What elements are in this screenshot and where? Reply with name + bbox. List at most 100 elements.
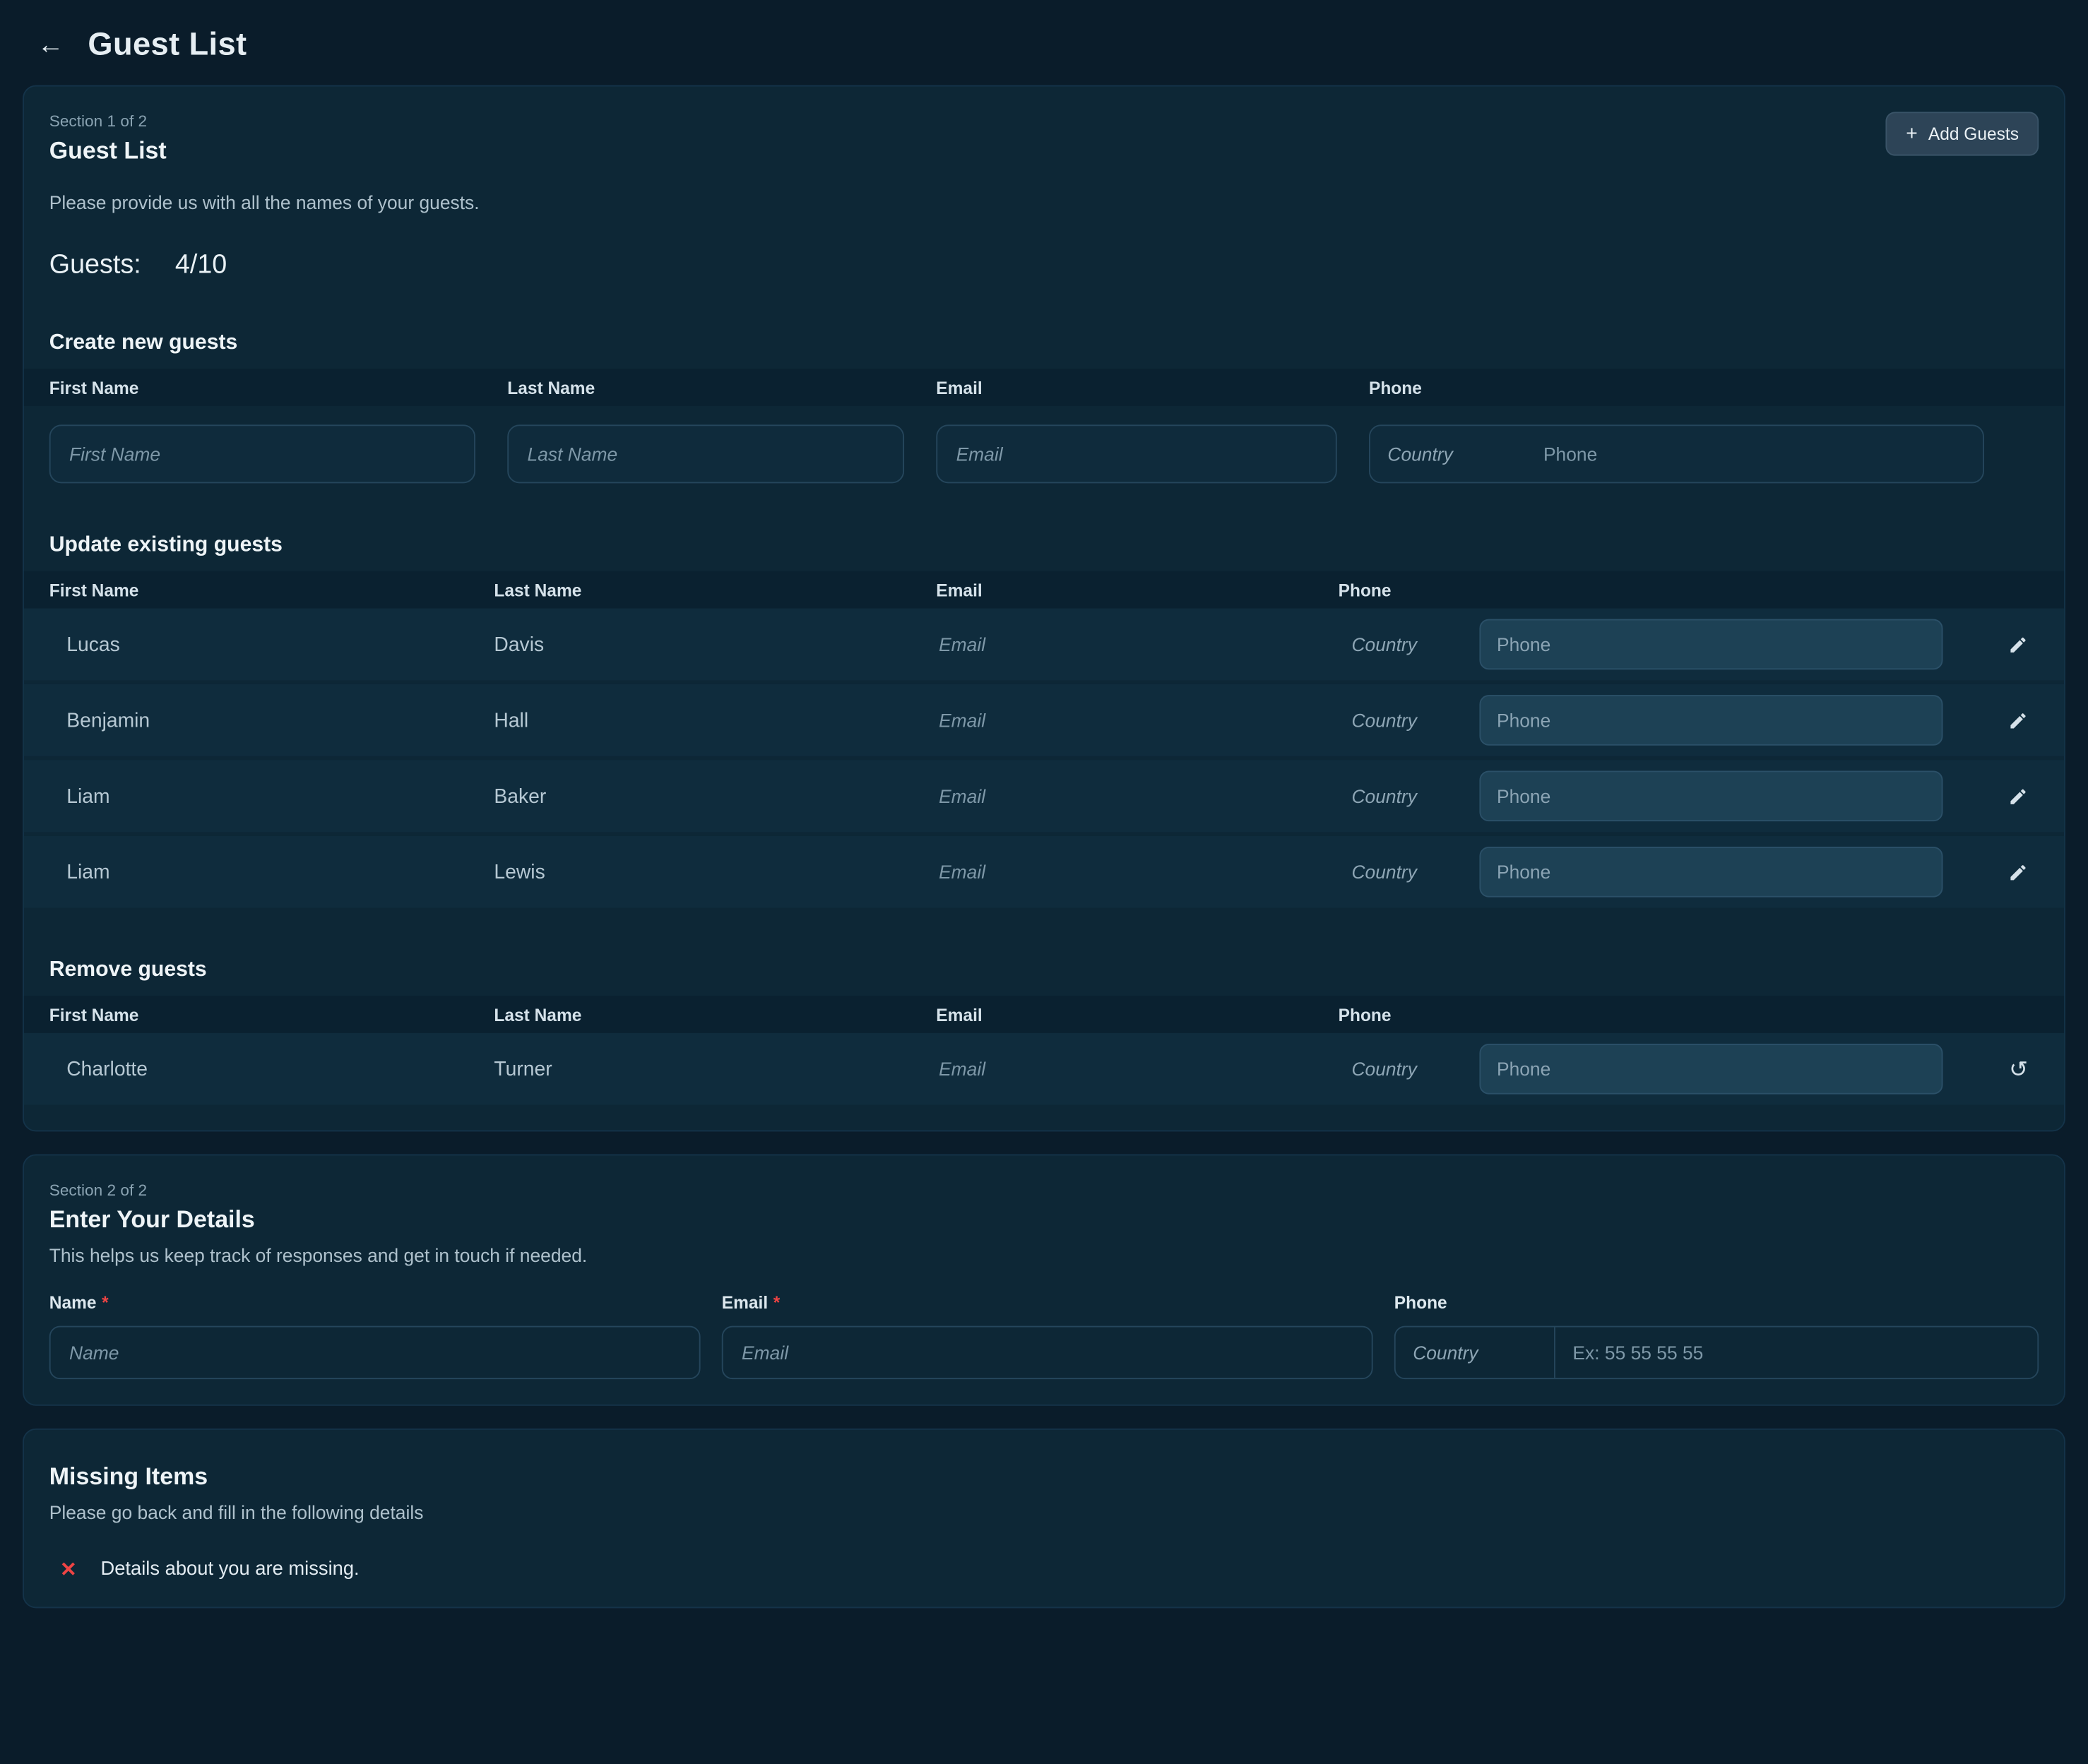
section2-description: This helps us keep track of responses an… — [49, 1245, 2039, 1266]
new-email-input[interactable] — [936, 424, 1336, 483]
guest-list-section: Section 1 of 2 Guest List + Add Guests P… — [23, 85, 2065, 1132]
guest-last-name: Hall — [494, 709, 936, 732]
arrow-left-icon: ← — [37, 30, 64, 59]
edit-guest-button[interactable] — [2003, 705, 2033, 735]
add-guests-label: Add Guests — [1928, 124, 2019, 143]
page: ← Guest List Section 1 of 2 Guest List +… — [0, 0, 2088, 1764]
guest-last-name: Lewis — [494, 861, 936, 883]
name-input[interactable] — [49, 1326, 701, 1379]
plus-icon: + — [1906, 124, 1918, 143]
col-last-name: Last Name — [494, 1004, 936, 1024]
guest-phone-input[interactable] — [1479, 847, 1942, 898]
guest-first-name: Benjamin — [49, 709, 494, 732]
phone-field: Phone Country — [1394, 1293, 2039, 1380]
email-field: Email* — [722, 1293, 1373, 1380]
guest-phone-cell: Country — [1339, 760, 2039, 832]
remove-guests-heading: Remove guests — [49, 958, 2039, 982]
edit-guest-button[interactable] — [2003, 857, 2033, 887]
guest-first-name: Charlotte — [49, 1058, 494, 1080]
back-button[interactable]: ← — [29, 27, 71, 64]
section1-description: Please provide us with all the names of … — [49, 191, 2039, 213]
name-field: Name* — [49, 1293, 701, 1380]
edit-guest-button[interactable] — [2003, 629, 2033, 660]
guest-row: Lucas Davis Country — [24, 609, 2064, 681]
details-form: Name* Email* Phone Country — [49, 1293, 2039, 1380]
new-phone-group: Country — [1369, 424, 1984, 483]
col-email: Email — [936, 377, 1369, 397]
email-input[interactable] — [722, 1326, 1373, 1379]
guest-first-name: Liam — [49, 861, 494, 883]
missing-item: ✕ Details about you are missing. — [49, 1558, 2039, 1582]
section-title: Guest List — [49, 137, 167, 165]
country-select[interactable]: Country — [1396, 1328, 1555, 1378]
guests-count: 4/10 — [175, 250, 227, 279]
required-asterisk: * — [102, 1293, 109, 1313]
guest-phone-input[interactable] — [1479, 619, 1942, 670]
col-email: Email — [936, 1004, 1338, 1024]
your-details-section: Section 2 of 2 Enter Your Details This h… — [23, 1154, 2065, 1405]
col-phone: Phone — [1369, 377, 2039, 397]
guest-row: Benjamin Hall Country — [24, 684, 2064, 756]
new-country-select[interactable]: Country — [1370, 443, 1527, 465]
edit-guest-button[interactable] — [2003, 781, 2033, 811]
guest-email-input[interactable] — [936, 784, 1295, 808]
guest-country-select[interactable]: Country — [1339, 785, 1480, 806]
phone-label: Phone — [1394, 1293, 2039, 1313]
pencil-icon — [2008, 710, 2028, 730]
error-x-icon: ✕ — [60, 1558, 77, 1582]
col-last-name: Last Name — [507, 377, 936, 397]
guest-country-select[interactable]: Country — [1339, 1059, 1480, 1080]
section1-header: Section 1 of 2 Guest List — [49, 112, 167, 165]
col-phone: Phone — [1339, 1004, 2039, 1024]
update-table-header: First Name Last Name Email Phone — [24, 571, 2064, 609]
col-email: Email — [936, 580, 1338, 600]
removed-guest-row: Charlotte Turner Country ↺ — [24, 1033, 2064, 1105]
name-label: Name* — [49, 1293, 701, 1313]
guest-row: Liam Baker Country — [24, 760, 2064, 832]
guest-last-name: Turner — [494, 1058, 936, 1080]
add-guests-button[interactable]: + Add Guests — [1886, 112, 2039, 155]
col-phone: Phone — [1339, 580, 2039, 600]
missing-item-text: Details about you are missing. — [100, 1559, 359, 1580]
phone-input[interactable] — [1555, 1328, 2037, 1378]
section-indicator: Section 1 of 2 — [49, 112, 167, 130]
missing-items-subtitle: Please go back and fill in the following… — [49, 1502, 2039, 1523]
create-guest-row: Country — [49, 424, 2039, 483]
guest-phone-cell: Country ↺ — [1339, 1033, 2039, 1105]
pencil-icon — [2008, 862, 2028, 882]
pencil-icon — [2008, 786, 2028, 806]
guest-phone-input[interactable] — [1479, 771, 1942, 822]
guest-phone-cell: Country — [1339, 836, 2039, 908]
required-asterisk: * — [773, 1293, 781, 1313]
create-guests-heading: Create new guests — [49, 331, 2039, 355]
new-phone-input[interactable] — [1527, 443, 1983, 465]
update-guests-heading: Update existing guests — [49, 534, 2039, 558]
email-label: Email* — [722, 1293, 1373, 1313]
guest-email-input[interactable] — [936, 1057, 1295, 1081]
guest-email-input[interactable] — [936, 708, 1295, 732]
create-table-header: First Name Last Name Email Phone — [24, 369, 2064, 406]
guest-phone-cell: Country — [1339, 609, 2039, 681]
guest-row: Liam Lewis Country — [24, 836, 2064, 908]
new-last-name-input[interactable] — [507, 424, 904, 483]
guest-country-select[interactable]: Country — [1339, 862, 1480, 883]
guest-first-name: Lucas — [49, 633, 494, 655]
guest-email-input[interactable] — [936, 632, 1295, 656]
undo-icon: ↺ — [2009, 1056, 2028, 1082]
guest-phone-input[interactable] — [1479, 695, 1942, 746]
guest-country-select[interactable]: Country — [1339, 633, 1480, 655]
guests-counter: Guests: 4/10 — [49, 250, 2039, 280]
guest-email-input[interactable] — [936, 860, 1295, 884]
guest-phone-input[interactable] — [1479, 1044, 1942, 1095]
restore-guest-button[interactable]: ↺ — [2004, 1052, 2034, 1085]
page-title: Guest List — [88, 27, 247, 64]
col-first-name: First Name — [49, 377, 508, 397]
section-indicator: Section 2 of 2 — [49, 1181, 2039, 1199]
new-first-name-input[interactable] — [49, 424, 475, 483]
section-title: Enter Your Details — [49, 1206, 2039, 1234]
guest-last-name: Baker — [494, 785, 936, 807]
pencil-icon — [2008, 634, 2028, 654]
phone-group: Country — [1394, 1326, 2039, 1379]
guest-country-select[interactable]: Country — [1339, 710, 1480, 731]
col-first-name: First Name — [49, 1004, 494, 1024]
